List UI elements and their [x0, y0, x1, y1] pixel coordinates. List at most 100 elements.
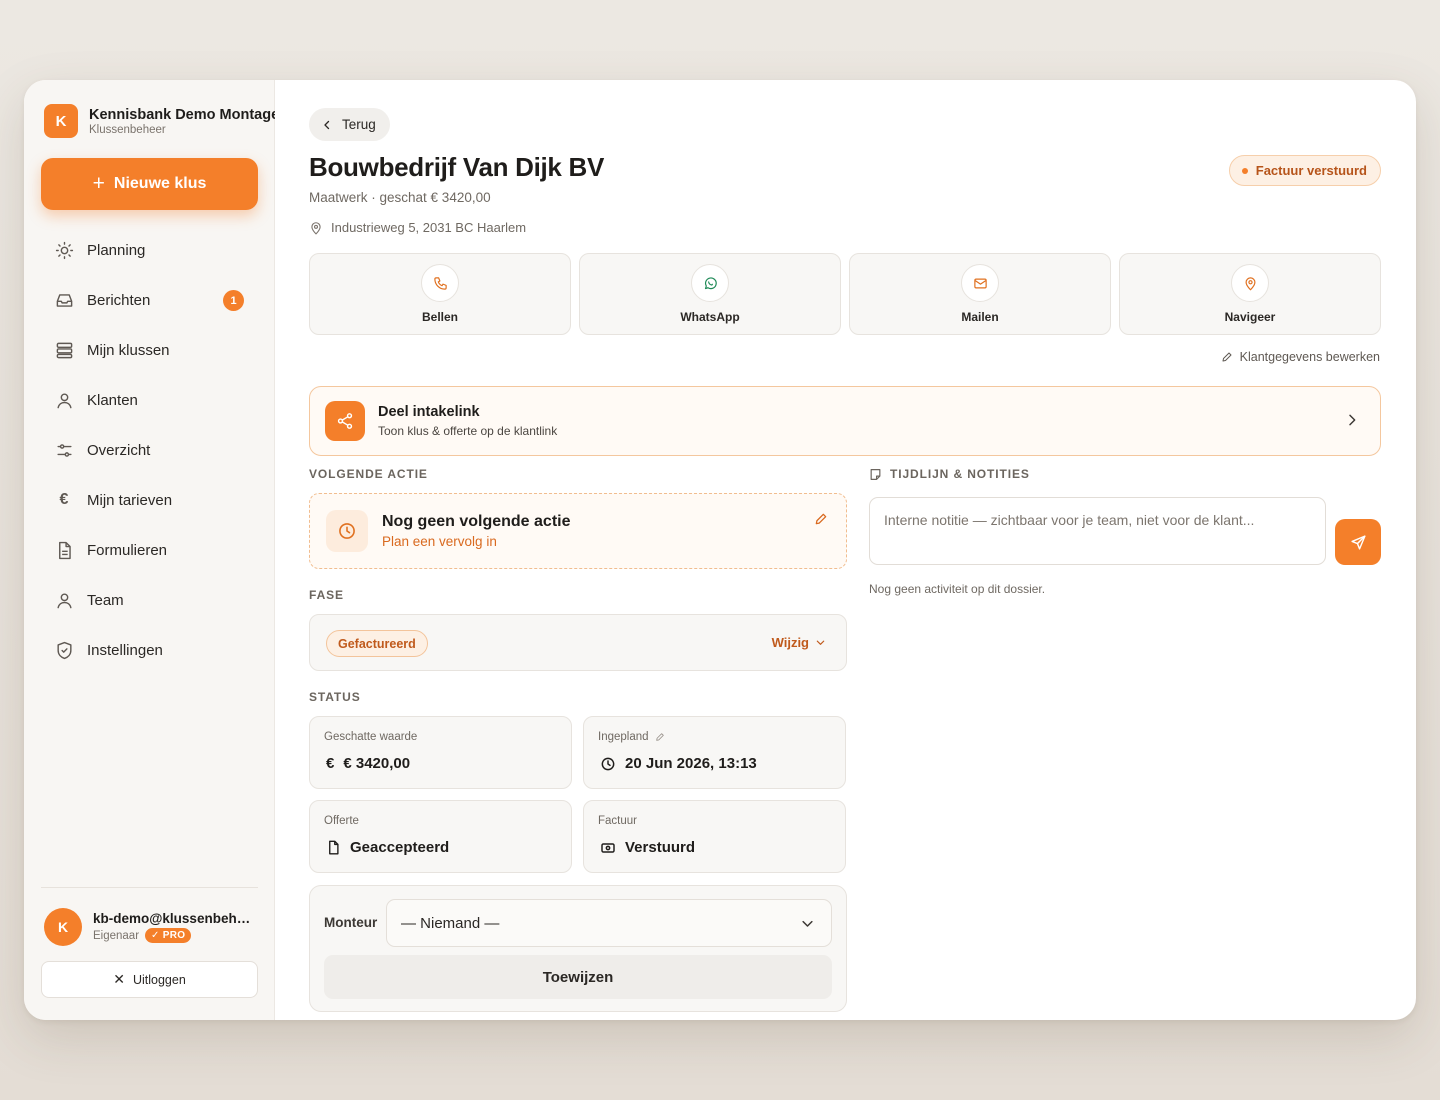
- user-email: kb-demo@klussenbeheer.nl: [93, 911, 253, 926]
- status-label: Factuur verstuurd: [1255, 163, 1367, 178]
- app-window: K Kennisbank Demo Montage Klussenbeheer …: [24, 80, 1416, 1020]
- mail-button[interactable]: Mailen: [849, 253, 1111, 335]
- check-icon: ✓: [151, 930, 160, 941]
- sidebar-item-formulieren[interactable]: Formulieren: [41, 525, 258, 575]
- sidebar-item-label: Klanten: [87, 391, 138, 409]
- sidebar-item-mijn-tarieven[interactable]: € Mijn tarieven: [41, 475, 258, 525]
- address-text: Industrieweg 5, 2031 BC Haarlem: [331, 220, 527, 235]
- user-role: Eigenaar: [93, 929, 140, 942]
- action-label: Navigeer: [1224, 310, 1276, 324]
- send-note-button[interactable]: [1335, 519, 1381, 565]
- intake-title: Deel intakelink: [378, 404, 480, 420]
- euro-icon: €: [59, 491, 69, 508]
- chevron-down-icon: [802, 920, 813, 927]
- sidebar-item-label: Planning: [87, 241, 146, 259]
- stack-icon: [54, 340, 74, 360]
- next-action-title: Nog geen volgende actie: [382, 513, 571, 530]
- stat-label: Geschatte waarde: [324, 731, 418, 743]
- action-label: Mailen: [961, 310, 999, 324]
- user-icon: [54, 390, 74, 410]
- document-icon: [54, 540, 74, 560]
- inbox-icon: [54, 290, 74, 310]
- action-label: WhatsApp: [680, 310, 740, 324]
- planned-card[interactable]: Ingepland 20 Jun 2026, 13:13: [583, 716, 846, 789]
- edit-customer-label: Klantgegevens bewerken: [1239, 350, 1380, 364]
- stat-value: Verstuurd: [625, 839, 696, 856]
- new-job-label: Nieuwe klus: [113, 175, 207, 192]
- brand-subtitle: Klussenbeheer: [89, 123, 166, 136]
- sun-icon: [54, 240, 74, 260]
- pencil-icon: [1222, 352, 1232, 362]
- share-intake-link[interactable]: Deel intakelink Toon klus & offerte op d…: [309, 386, 1381, 456]
- next-action-card[interactable]: Nog geen volgende actie Plan een vervolg…: [309, 493, 847, 569]
- technician-select[interactable]: — Niemand —: [386, 899, 832, 947]
- status-badge: Factuur verstuurd: [1228, 155, 1381, 186]
- stat-label: Ingepland: [598, 731, 649, 743]
- back-button[interactable]: Terug: [309, 108, 390, 141]
- action-label: Bellen: [421, 310, 458, 324]
- logout-button[interactable]: ✕ Uitloggen: [41, 961, 258, 998]
- map-pin-icon: [1231, 264, 1269, 302]
- technician-selected: — Niemand —: [401, 914, 500, 932]
- navigate-button[interactable]: Navigeer: [1119, 253, 1381, 335]
- next-action-heading: VOLGENDE ACTIE: [309, 467, 428, 481]
- plus-icon: +: [92, 171, 105, 195]
- status-heading: STATUS: [309, 690, 361, 704]
- share-icon: [325, 401, 365, 441]
- stat-value: € 3420,00: [343, 755, 411, 772]
- sidebar-item-label: Mijn klussen: [87, 341, 170, 359]
- change-phase-label: Wijzig: [771, 635, 809, 650]
- timeline-empty-text: Nog geen activiteit op dit dossier.: [869, 582, 1046, 596]
- sidebar-item-team[interactable]: Team: [41, 575, 258, 625]
- whatsapp-icon: [691, 264, 729, 302]
- map-pin-icon: [311, 221, 321, 235]
- user-profile[interactable]: K kb-demo@klussenbeheer.nl Eigenaar ✓ PR…: [44, 908, 258, 946]
- page-title: Bouwbedrijf Van Dijk BV: [309, 152, 605, 182]
- new-job-button[interactable]: + Nieuwe klus: [41, 158, 258, 210]
- sidebar-item-label: Berichten: [87, 291, 151, 309]
- note-input[interactable]: [869, 497, 1326, 565]
- phase-badge: Gefactureerd: [326, 630, 428, 657]
- stat-label: Offerte: [324, 815, 359, 827]
- brand[interactable]: K Kennisbank Demo Montage Klussenbeheer: [44, 104, 275, 138]
- sidebar-item-instellingen[interactable]: Instellingen: [41, 625, 258, 675]
- status-dot: [1241, 167, 1248, 174]
- estimated-value-card: Geschatte waarde € € 3420,00: [309, 716, 572, 789]
- sidebar-item-label: Mijn tarieven: [87, 491, 173, 509]
- sidebar-item-label: Team: [87, 591, 124, 609]
- invoice-card: Factuur Verstuurd: [583, 800, 846, 873]
- avatar: K: [44, 908, 82, 946]
- stat-value: 20 Jun 2026, 13:13: [625, 755, 757, 772]
- sidebar-nav: Planning Berichten 1 Mijn klussen Klante…: [41, 225, 258, 675]
- back-label: Terug: [342, 117, 376, 132]
- sidebar-item-label: Instellingen: [87, 641, 163, 659]
- edit-customer-link[interactable]: Klantgegevens bewerken: [1221, 350, 1380, 364]
- pencil-icon[interactable]: [814, 512, 828, 526]
- chevron-down-icon: [816, 640, 825, 645]
- customer-address[interactable]: Industrieweg 5, 2031 BC Haarlem: [309, 220, 526, 235]
- sidebar-item-planning[interactable]: Planning: [41, 225, 258, 275]
- sidebar-item-mijn-klussen[interactable]: Mijn klussen: [41, 325, 258, 375]
- call-button[interactable]: Bellen: [309, 253, 571, 335]
- assign-button[interactable]: Toewijzen: [324, 955, 832, 999]
- logout-label: Uitloggen: [132, 972, 186, 987]
- sidebar-item-overzicht[interactable]: Overzicht: [41, 425, 258, 475]
- sidebar-item-berichten[interactable]: Berichten 1: [41, 275, 258, 325]
- stat-value: Geaccepteerd: [350, 839, 450, 856]
- pencil-icon[interactable]: [655, 732, 665, 742]
- main-content: Terug Bouwbedrijf Van Dijk BV Maatwerk ·…: [275, 80, 1416, 1020]
- brand-logo: K: [44, 104, 78, 138]
- phase-heading: FASE: [309, 588, 344, 602]
- whatsapp-button[interactable]: WhatsApp: [579, 253, 841, 335]
- plan-followup-link[interactable]: Plan een vervolg in: [382, 534, 570, 549]
- technician-label: Monteur: [324, 915, 378, 930]
- change-phase-button[interactable]: Wijzig: [772, 635, 826, 650]
- chevron-right-icon: [1349, 414, 1356, 426]
- intake-subtitle: Toon klus & offerte op de klantlink: [378, 424, 558, 438]
- user-icon: [54, 590, 74, 610]
- plan-badge: ✓ PRO: [145, 928, 192, 943]
- sidebar: K Kennisbank Demo Montage Klussenbeheer …: [24, 80, 275, 1020]
- sidebar-item-klanten[interactable]: Klanten: [41, 375, 258, 425]
- sliders-icon: [54, 440, 74, 460]
- sidebar-divider: [41, 887, 258, 888]
